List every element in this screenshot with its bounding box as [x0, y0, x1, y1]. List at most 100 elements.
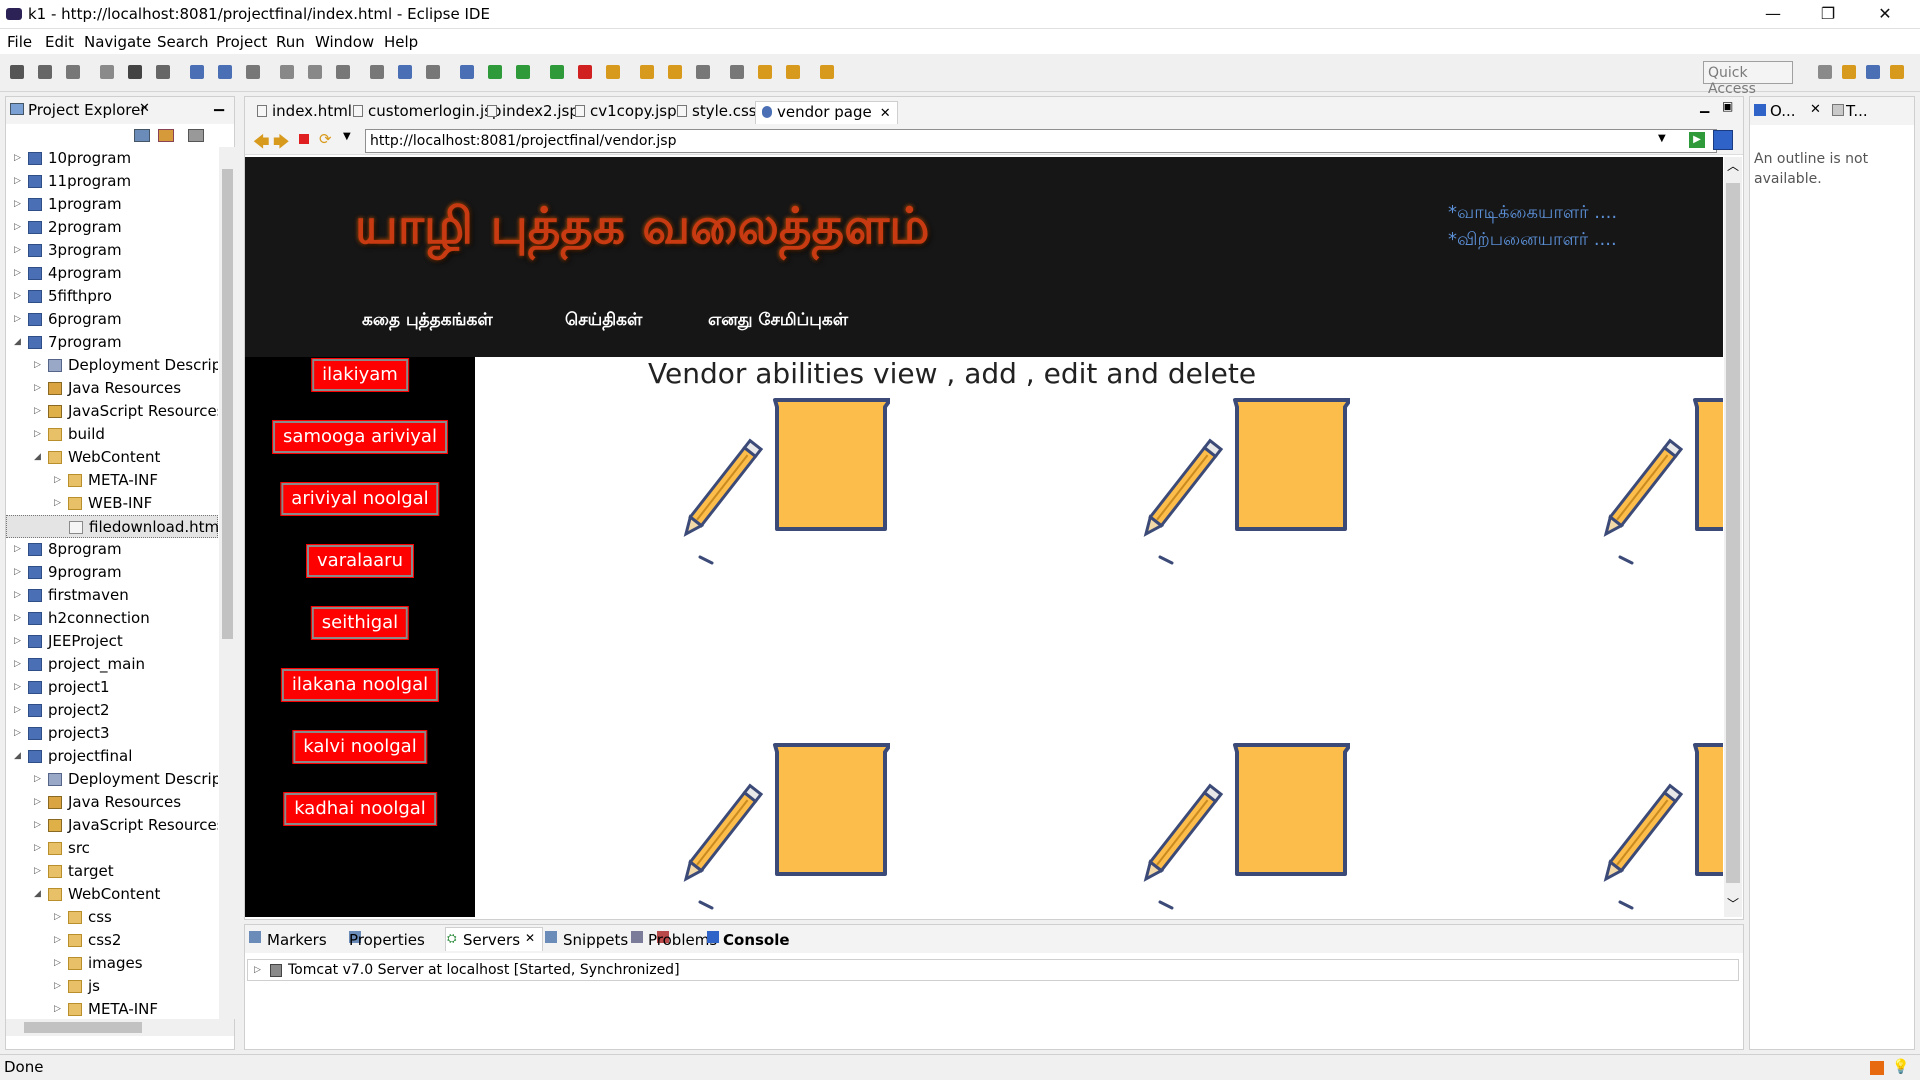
editor-tab[interactable]: style.css: [671, 101, 763, 124]
tree-item[interactable]: ▷ META-INF: [6, 998, 218, 1019]
toolbar-icon[interactable]: [280, 65, 294, 79]
restore-button[interactable]: ❐: [1805, 0, 1851, 29]
toolbar-icon[interactable]: [606, 65, 620, 79]
tree-item[interactable]: ▷ 5fifthpro: [6, 285, 218, 308]
tree-item[interactable]: ▷ firstmaven: [6, 584, 218, 607]
stop-icon[interactable]: [299, 134, 309, 144]
url-dropdown-icon[interactable]: ▼: [1658, 133, 1666, 144]
tree-item[interactable]: ▷ h2connection: [6, 607, 218, 630]
category-button[interactable]: samooga ariviyal: [272, 420, 448, 454]
outline-close-icon[interactable]: ✕: [1810, 102, 1821, 117]
tab-outline[interactable]: O...: [1770, 102, 1796, 120]
link-editor-icon[interactable]: [158, 129, 174, 142]
collapsed-arrow-icon[interactable]: ▷: [54, 952, 64, 975]
collapsed-arrow-icon[interactable]: ▷: [14, 147, 24, 170]
collapsed-arrow-icon[interactable]: ▷: [14, 722, 24, 745]
collapsed-arrow-icon[interactable]: ▷: [54, 929, 64, 952]
close-tab-icon[interactable]: ✕: [880, 106, 891, 121]
tree-item[interactable]: filedownload.html: [6, 515, 218, 538]
category-button[interactable]: ilakiyam: [311, 358, 409, 392]
tree-horizontal-scrollbar[interactable]: [6, 1019, 234, 1036]
toolbar-icon[interactable]: [758, 65, 772, 79]
minimize-button[interactable]: —: [1750, 0, 1796, 29]
tree-item[interactable]: ▷ 10program: [6, 147, 218, 170]
toolbar-icon[interactable]: [10, 65, 24, 79]
collapsed-arrow-icon[interactable]: ▷: [34, 400, 44, 423]
menu-search[interactable]: Search: [157, 33, 209, 51]
tree-item[interactable]: ▷ 4program: [6, 262, 218, 285]
toolbar-icon[interactable]: [460, 65, 474, 79]
toolbar-icon[interactable]: [66, 65, 80, 79]
tree-vertical-scrollbar[interactable]: [219, 147, 236, 1019]
collapsed-arrow-icon[interactable]: ▷: [54, 975, 64, 998]
editor-tab[interactable]: vendor page ✕: [755, 101, 898, 124]
collapsed-arrow-icon[interactable]: ▷: [14, 561, 24, 584]
tree-item[interactable]: ▷ project2: [6, 699, 218, 722]
collapsed-arrow-icon[interactable]: ▷: [14, 308, 24, 331]
category-button[interactable]: ariviyal noolgal: [280, 482, 440, 516]
collapsed-arrow-icon[interactable]: ▷: [34, 354, 44, 377]
tree-item[interactable]: ▷ 8program: [6, 538, 218, 561]
perspective-icon[interactable]: [1842, 65, 1856, 79]
toolbar-icon[interactable]: [218, 65, 232, 79]
collapsed-arrow-icon[interactable]: ▷: [34, 814, 44, 837]
tree-item[interactable]: ◢ WebContent: [6, 446, 218, 469]
quick-access-field[interactable]: Quick Access: [1703, 61, 1793, 97]
collapsed-arrow-icon[interactable]: ▷: [34, 860, 44, 883]
editor-tab[interactable]: cv1copy.jsp: [569, 101, 683, 124]
tree-item[interactable]: ▷ images: [6, 952, 218, 975]
collapsed-arrow-icon[interactable]: ▷: [34, 837, 44, 860]
toolbar-icon[interactable]: [128, 65, 142, 79]
collapsed-arrow-icon[interactable]: ▷: [14, 630, 24, 653]
tree-item[interactable]: ▷ JavaScript Resources: [6, 814, 218, 837]
toolbar-icon[interactable]: [398, 65, 412, 79]
tree-item[interactable]: ▷ JEEProject: [6, 630, 218, 653]
tree-item[interactable]: ▷ 6program: [6, 308, 218, 331]
collapsed-arrow-icon[interactable]: ▷: [54, 469, 64, 492]
menu-window[interactable]: Window: [315, 33, 374, 51]
collapsed-arrow-icon[interactable]: ▷: [34, 791, 44, 814]
tree-item[interactable]: ◢ projectfinal: [6, 745, 218, 768]
toolbar-icon[interactable]: [516, 65, 530, 79]
menu-file[interactable]: File: [7, 33, 32, 51]
customer-link[interactable]: *வாடிக்கையாளர் ....: [1448, 199, 1617, 226]
toolbar-icon[interactable]: [38, 65, 52, 79]
tree-item[interactable]: ▷ src: [6, 837, 218, 860]
collapsed-arrow-icon[interactable]: ▷: [14, 262, 24, 285]
tree-item[interactable]: ▷ Java Resources: [6, 791, 218, 814]
category-button[interactable]: kalvi noolgal: [292, 730, 428, 764]
tree-item[interactable]: ▷ 11program: [6, 170, 218, 193]
perspective-icon[interactable]: [1890, 65, 1904, 79]
tree-item[interactable]: ▷ project_main: [6, 653, 218, 676]
nav-link-news[interactable]: செய்திகள்: [565, 310, 642, 332]
tree-item[interactable]: ▷ 9program: [6, 561, 218, 584]
toolbar-icon[interactable]: [308, 65, 322, 79]
collapsed-arrow-icon[interactable]: ▷: [14, 538, 24, 561]
toolbar-icon[interactable]: [336, 65, 350, 79]
minimize-view-icon[interactable]: ▁: [214, 97, 224, 112]
toolbar-icon[interactable]: [820, 65, 834, 79]
browser-url-field[interactable]: http://localhost:8081/projectfinal/vendo…: [365, 129, 1717, 153]
expanded-arrow-icon[interactable]: ◢: [34, 446, 44, 469]
toolbar-icon[interactable]: [156, 65, 170, 79]
category-button[interactable]: kadhai noolgal: [283, 792, 437, 826]
collapsed-arrow-icon[interactable]: ▷: [14, 285, 24, 308]
collapsed-arrow-icon[interactable]: ▷: [14, 193, 24, 216]
open-external-browser-icon[interactable]: [1713, 130, 1733, 150]
toolbar-icon[interactable]: [578, 65, 592, 79]
server-row[interactable]: ▷ Tomcat v7.0 Server at localhost [Start…: [247, 959, 1739, 981]
collapsed-arrow-icon[interactable]: ▷: [14, 653, 24, 676]
tree-item[interactable]: ▷ build: [6, 423, 218, 446]
collapsed-arrow-icon[interactable]: ▷: [34, 768, 44, 791]
forward-arrow-icon[interactable]: 🡆: [273, 131, 290, 158]
toolbar-icon[interactable]: [730, 65, 744, 79]
expanded-arrow-icon[interactable]: ◢: [34, 883, 44, 906]
toolbar-icon[interactable]: [426, 65, 440, 79]
toolbar-icon[interactable]: [246, 65, 260, 79]
expand-arrow-icon[interactable]: ▷: [254, 960, 261, 980]
expanded-arrow-icon[interactable]: ◢: [14, 745, 24, 768]
tab-console[interactable]: Console: [723, 931, 790, 949]
page-vertical-scrollbar[interactable]: ︿ ﹀: [1724, 157, 1742, 917]
tree-item[interactable]: ▷ Deployment Descriptor: [6, 768, 218, 791]
nav-link-stories[interactable]: கதை புத்தகங்கள்: [362, 310, 493, 332]
